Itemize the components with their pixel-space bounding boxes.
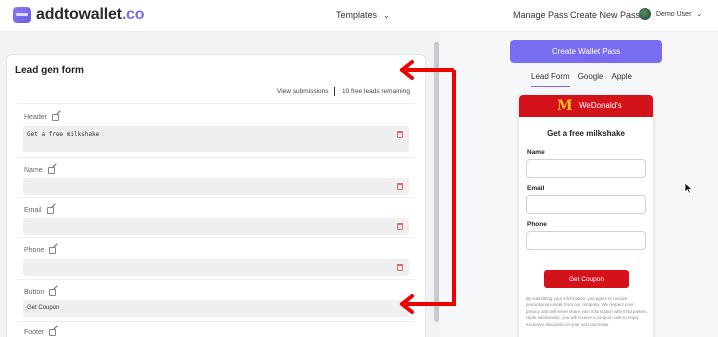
disclaimer-text: By submitting your information, you agre… (526, 296, 648, 327)
header-input-value: Get a free milkshake (27, 131, 100, 138)
trash-icon[interactable] (397, 131, 403, 138)
logo[interactable]: addtowallet.co (13, 6, 145, 24)
templates-label: Templates (336, 10, 378, 20)
user-name: Demo User (656, 10, 692, 18)
button-input-value: Get Coupon (27, 305, 60, 311)
field-email: Email (17, 197, 415, 237)
templates-dropdown[interactable]: Templates ⌄ (336, 10, 390, 20)
field-label: Header (24, 114, 59, 121)
preview-phone-input[interactable] (526, 231, 646, 250)
lead-form-card: Lead gen form View submissions 10 free l… (6, 54, 426, 337)
preview-title: Get a free milkshake (547, 129, 625, 138)
trash-icon[interactable] (397, 264, 403, 271)
scrollbar-thumb[interactable] (434, 42, 439, 322)
edit-icon[interactable] (47, 167, 55, 174)
field-footer: Footer (17, 321, 415, 337)
edit-icon[interactable] (49, 289, 57, 296)
chevron-down-icon: ⌄ (383, 10, 390, 20)
field-button: Button Get Coupon (17, 279, 415, 321)
tab-google[interactable]: Google (578, 72, 604, 87)
leads-remaining: 10 free leads remaining (342, 88, 410, 95)
button-text-input[interactable]: Get Coupon (23, 300, 409, 317)
trash-icon[interactable] (397, 223, 403, 230)
preview-phone-label: Phone (527, 221, 547, 228)
logo-text: addtowallet.co (36, 6, 145, 23)
card-title: Lead gen form (15, 65, 84, 76)
field-name: Name (17, 157, 415, 197)
phone-input[interactable] (23, 259, 409, 276)
preview-tabs: Lead Form Google Apple (531, 72, 640, 87)
get-coupon-button[interactable]: Get Coupon (544, 270, 629, 288)
lead-form-preview: M WeDonald's Get a free milkshake Name E… (519, 95, 653, 337)
view-submissions-link[interactable]: View submissions (277, 88, 329, 95)
user-menu[interactable]: Demo User ⌄ (639, 8, 702, 20)
brand-name: WeDonald's (579, 101, 622, 110)
create-new-pass-link[interactable]: Create New Pass (570, 10, 640, 20)
chevron-down-icon: ⌄ (696, 11, 703, 18)
edit-icon[interactable] (49, 329, 57, 336)
header-input[interactable]: Get a free milkshake (23, 126, 409, 152)
tab-lead-form[interactable]: Lead Form (531, 72, 570, 87)
preview-name-label: Name (527, 149, 545, 156)
preview-email-input[interactable] (526, 195, 646, 214)
edit-icon[interactable] (46, 207, 54, 214)
email-input[interactable] (23, 218, 409, 235)
edit-icon[interactable] (49, 247, 57, 254)
divider (334, 87, 335, 96)
avatar (639, 8, 651, 20)
mouse-cursor-icon (684, 182, 693, 194)
preview-name-input[interactable] (526, 159, 646, 178)
field-label: Button (24, 289, 57, 296)
tab-apple[interactable]: Apple (611, 72, 631, 87)
brand-header: M WeDonald's (519, 95, 653, 117)
top-navbar: addtowallet.co Templates ⌄ Manage Pass C… (0, 0, 718, 32)
name-input[interactable] (23, 178, 409, 195)
manage-pass-link[interactable]: Manage Pass (513, 10, 568, 20)
create-wallet-pass-button[interactable]: Create Wallet Pass (510, 40, 662, 63)
brand-logo-icon: M (557, 98, 573, 114)
field-header: Header Get a free milkshake (17, 103, 415, 153)
wallet-logo-icon (13, 7, 31, 23)
field-phone: Phone (17, 237, 415, 279)
edit-icon[interactable] (51, 114, 59, 121)
field-label: Footer (24, 329, 57, 336)
field-label: Email (24, 207, 54, 214)
trash-icon[interactable] (397, 183, 403, 190)
field-label: Phone (24, 247, 57, 254)
preview-email-label: Email (527, 185, 545, 192)
field-label: Name (24, 167, 55, 174)
